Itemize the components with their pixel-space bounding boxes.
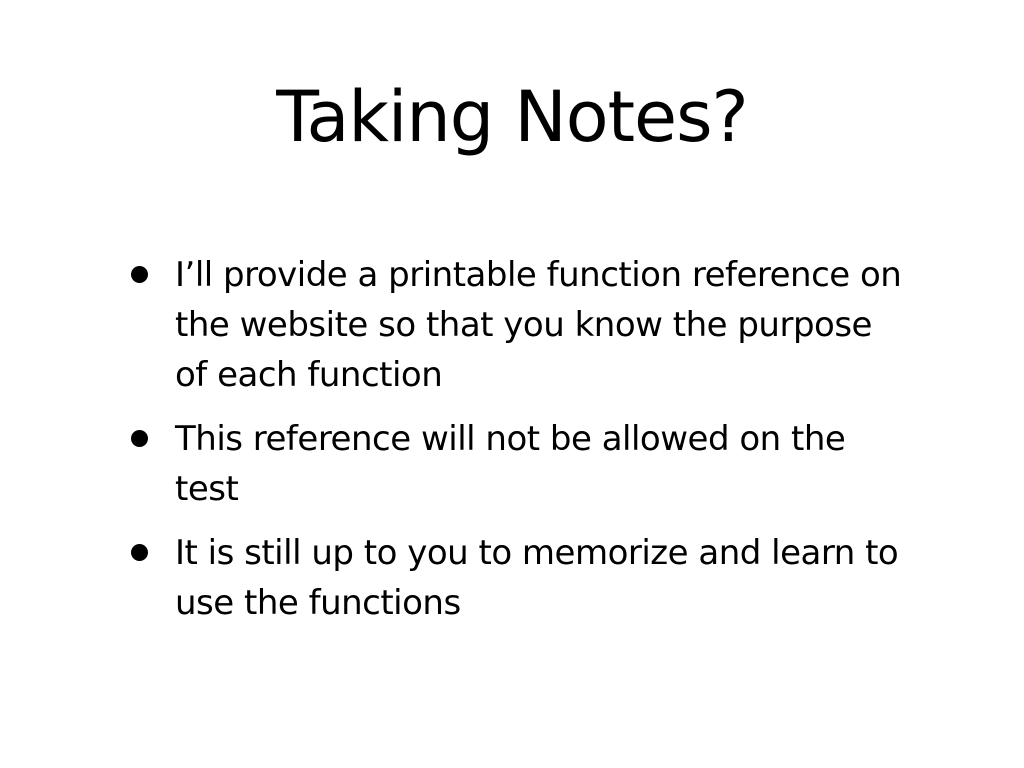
bullet-list: I’ll provide a printable function refere… [128,250,908,642]
bullet-text: I’ll provide a printable function refere… [175,255,902,395]
bullet-item-not-allowed: This reference will not be allowed on th… [128,414,908,514]
bullet-icon [131,430,148,447]
slide-title: Taking Notes? [276,76,748,158]
bullet-icon [131,266,148,283]
bullet-icon [131,544,148,561]
bullet-text: This reference will not be allowed on th… [175,419,846,509]
slide: Taking Notes? I’ll provide a printable f… [0,0,1024,768]
bullet-item-reference: I’ll provide a printable function refere… [128,250,908,400]
bullet-text: It is still up to you to memorize and le… [175,533,899,623]
bullet-item-memorize: It is still up to you to memorize and le… [128,528,908,628]
